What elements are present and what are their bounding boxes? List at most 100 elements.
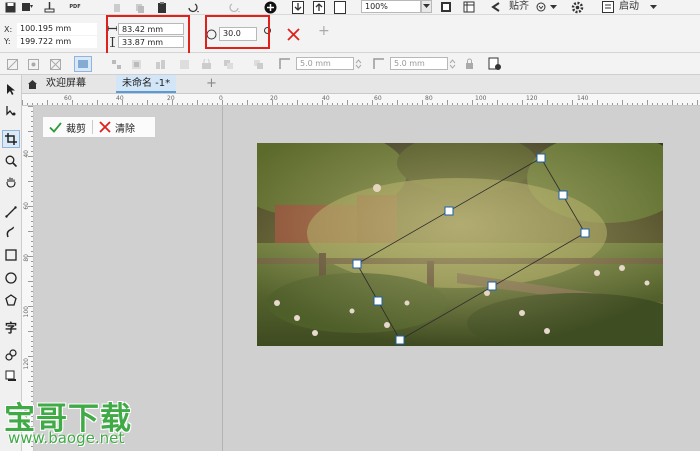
save-icon[interactable] — [4, 1, 16, 13]
redo-icon[interactable] — [225, 1, 243, 13]
launch-icon[interactable] — [601, 0, 615, 14]
hruler-tick — [272, 100, 273, 105]
crop-bitmap-icon[interactable] — [49, 58, 61, 70]
crop-clear-label: 清除 — [115, 123, 135, 135]
garden-photo-image[interactable] — [257, 143, 663, 346]
cancel-crop-icon[interactable] — [285, 26, 301, 42]
width-value: 83.42 mm — [122, 25, 164, 34]
hruler-tick — [507, 103, 508, 105]
hruler-tick — [32, 103, 33, 105]
rotation-center-icon[interactable] — [263, 26, 271, 34]
to-front-icon[interactable] — [222, 58, 234, 70]
bitmap-mask-icon[interactable] — [130, 58, 142, 70]
bitmap-lock-icon[interactable] — [200, 58, 212, 70]
edit-bitmap-icon[interactable] — [27, 58, 39, 70]
drop-shadow-icon[interactable] — [2, 367, 20, 385]
outline-width-field-1[interactable]: 5.0 mm — [296, 57, 354, 70]
outline-corner-icon[interactable] — [278, 57, 292, 71]
outline-width-value-1: 5.0 mm — [300, 59, 331, 68]
zoom-level-value: 100% — [365, 2, 388, 11]
parallel-dimension-icon[interactable] — [2, 346, 20, 364]
zoom-level-select[interactable]: 100% — [361, 0, 421, 13]
polygon-tool-icon[interactable] — [2, 291, 20, 309]
hruler-tick — [442, 103, 443, 105]
hruler-tick — [352, 103, 353, 105]
resample-icon[interactable] — [110, 58, 122, 70]
to-back-icon[interactable] — [252, 58, 264, 70]
vruler-label: 120 — [23, 358, 30, 370]
crop-confirm-button[interactable]: 裁剪 — [43, 117, 92, 137]
vruler-tick — [31, 376, 33, 377]
text-tool-icon[interactable]: 字 — [2, 318, 20, 336]
import-icon[interactable] — [291, 0, 305, 14]
horizontal-ruler[interactable]: 60 40 20 0 20 40 60 80 100 120 140 — [22, 94, 700, 106]
snap-icon[interactable] — [489, 0, 503, 14]
export-arrow-icon[interactable] — [312, 0, 326, 14]
lock-ratio-icon[interactable] — [463, 57, 475, 71]
hruler-tick — [72, 100, 73, 105]
hruler-tick — [267, 103, 268, 105]
cut-icon[interactable] — [112, 2, 124, 13]
hruler-tick — [152, 103, 153, 105]
vruler-tick — [28, 306, 33, 307]
tab-untitled-document[interactable]: 未命名 -1* — [116, 75, 177, 93]
outline-width-spinner-1[interactable] — [354, 57, 363, 70]
x-position-field[interactable]: 100.195 mm — [17, 23, 97, 35]
add-tab-button[interactable]: + — [200, 75, 223, 93]
paste-icon[interactable] — [156, 1, 168, 13]
snap-dropdown-icon[interactable] — [535, 1, 547, 13]
full-screen-icon[interactable] — [439, 0, 453, 14]
freehand-tool-icon[interactable] — [2, 203, 20, 221]
rotation-angle-field[interactable]: 30.0 — [219, 27, 257, 41]
shape-tool-icon[interactable] — [2, 102, 20, 120]
outline-width-field-2[interactable]: 5.0 mm — [390, 57, 448, 70]
tab-welcome-screen[interactable]: 欢迎屏幕 — [40, 75, 92, 93]
zoom-tool-icon[interactable] — [2, 152, 20, 170]
hruler-tick — [427, 103, 428, 105]
hruler-label: 140 — [577, 95, 589, 102]
bitmap-align-icon[interactable] — [74, 56, 92, 72]
pan-tool-icon[interactable] — [2, 173, 20, 191]
save-dropdown-icon[interactable] — [21, 2, 33, 13]
rotation-angle-value: 30.0 — [223, 29, 241, 38]
crop-clear-button[interactable]: 清除 — [93, 117, 141, 137]
copy-icon[interactable] — [134, 2, 146, 13]
rotate-left-icon[interactable] — [178, 58, 190, 70]
add-preset-button[interactable]: + — [318, 24, 330, 38]
crop-tool-icon[interactable] — [2, 130, 20, 148]
hruler-tick — [462, 103, 463, 105]
outline-corner-icon-2[interactable] — [372, 57, 386, 71]
export-icon[interactable] — [43, 1, 55, 13]
snap-caret-icon[interactable] — [549, 1, 557, 13]
vruler-tick — [31, 261, 33, 262]
outline-width-spinner-2[interactable] — [448, 57, 457, 70]
hruler-tick — [327, 103, 328, 105]
options-gear-icon[interactable] — [570, 0, 585, 14]
hruler-tick — [347, 100, 348, 105]
launch-label[interactable]: 启动 — [619, 1, 639, 12]
x-position-label: X: — [4, 25, 13, 34]
home-icon[interactable] — [26, 78, 38, 90]
publish-pdf-icon[interactable] — [333, 0, 347, 14]
height-field[interactable]: 33.87 mm — [118, 36, 184, 48]
snap-label[interactable]: 贴齐 — [509, 1, 529, 12]
hruler-tick — [122, 100, 123, 105]
hruler-label: 40 — [322, 95, 330, 102]
flip-icon[interactable] — [154, 58, 166, 70]
zoom-dropdown-icon[interactable] — [421, 0, 432, 13]
hruler-tick — [307, 103, 308, 105]
pick-tool-icon[interactable] — [2, 81, 20, 99]
width-field[interactable]: 83.42 mm — [118, 23, 184, 35]
artistic-media-icon[interactable] — [2, 223, 20, 241]
launch-caret-icon[interactable] — [649, 1, 657, 13]
rulers-icon[interactable] — [462, 0, 476, 14]
ellipse-tool-icon[interactable] — [2, 269, 20, 287]
object-properties-icon[interactable] — [487, 56, 503, 72]
corel-connect-icon[interactable] — [263, 0, 277, 14]
hruler-tick — [132, 103, 133, 105]
y-position-field[interactable]: 199.722 mm — [17, 36, 97, 48]
rectangle-tool-icon[interactable] — [2, 246, 20, 264]
pdf-export-icon[interactable]: PDF — [68, 1, 82, 13]
undo-icon[interactable] — [184, 1, 202, 13]
trace-icon[interactable] — [6, 58, 18, 70]
